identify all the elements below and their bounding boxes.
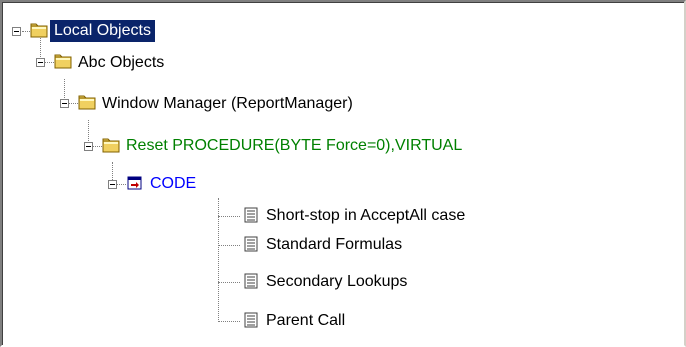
tree-node-label[interactable]: Secondary Lookups bbox=[262, 271, 411, 293]
folder-icon bbox=[30, 23, 48, 38]
embed-tree-view[interactable]: Local Objects Abc Objects Window Manager… bbox=[0, 0, 686, 347]
tree-node-label[interactable]: Window Manager (ReportManager) bbox=[98, 93, 357, 115]
document-icon bbox=[244, 236, 258, 252]
tree-connector bbox=[218, 321, 240, 322]
tree-connector bbox=[218, 216, 240, 217]
folder-icon bbox=[54, 54, 72, 69]
document-icon bbox=[244, 312, 258, 328]
code-embed-icon bbox=[127, 176, 142, 190]
folder-icon bbox=[102, 138, 120, 153]
tree-connector bbox=[64, 79, 65, 100]
tree-connector bbox=[112, 162, 113, 182]
collapse-toggle[interactable] bbox=[12, 27, 21, 36]
tree-connector bbox=[88, 120, 89, 141]
tree-node-label[interactable]: Parent Call bbox=[262, 310, 349, 332]
tree-node-label[interactable]: Reset PROCEDURE(BYTE Force=0),VIRTUAL bbox=[122, 135, 466, 157]
tree-node-label[interactable]: CODE bbox=[146, 173, 200, 195]
collapse-toggle[interactable] bbox=[60, 99, 69, 108]
tree-connector bbox=[218, 282, 240, 283]
document-icon bbox=[244, 273, 258, 289]
collapse-toggle[interactable] bbox=[84, 142, 93, 151]
tree-connector bbox=[22, 31, 30, 32]
folder-icon bbox=[78, 95, 96, 110]
tree-node-label[interactable]: Standard Formulas bbox=[262, 234, 406, 256]
tree-node-label[interactable]: Local Objects bbox=[50, 20, 155, 42]
tree-node-label[interactable]: Short-stop in AcceptAll case bbox=[262, 205, 469, 227]
tree-connector bbox=[218, 245, 240, 246]
collapse-toggle[interactable] bbox=[36, 58, 45, 67]
tree-node-label[interactable]: Abc Objects bbox=[74, 52, 168, 74]
collapse-toggle[interactable] bbox=[108, 180, 117, 189]
document-icon bbox=[244, 207, 258, 223]
